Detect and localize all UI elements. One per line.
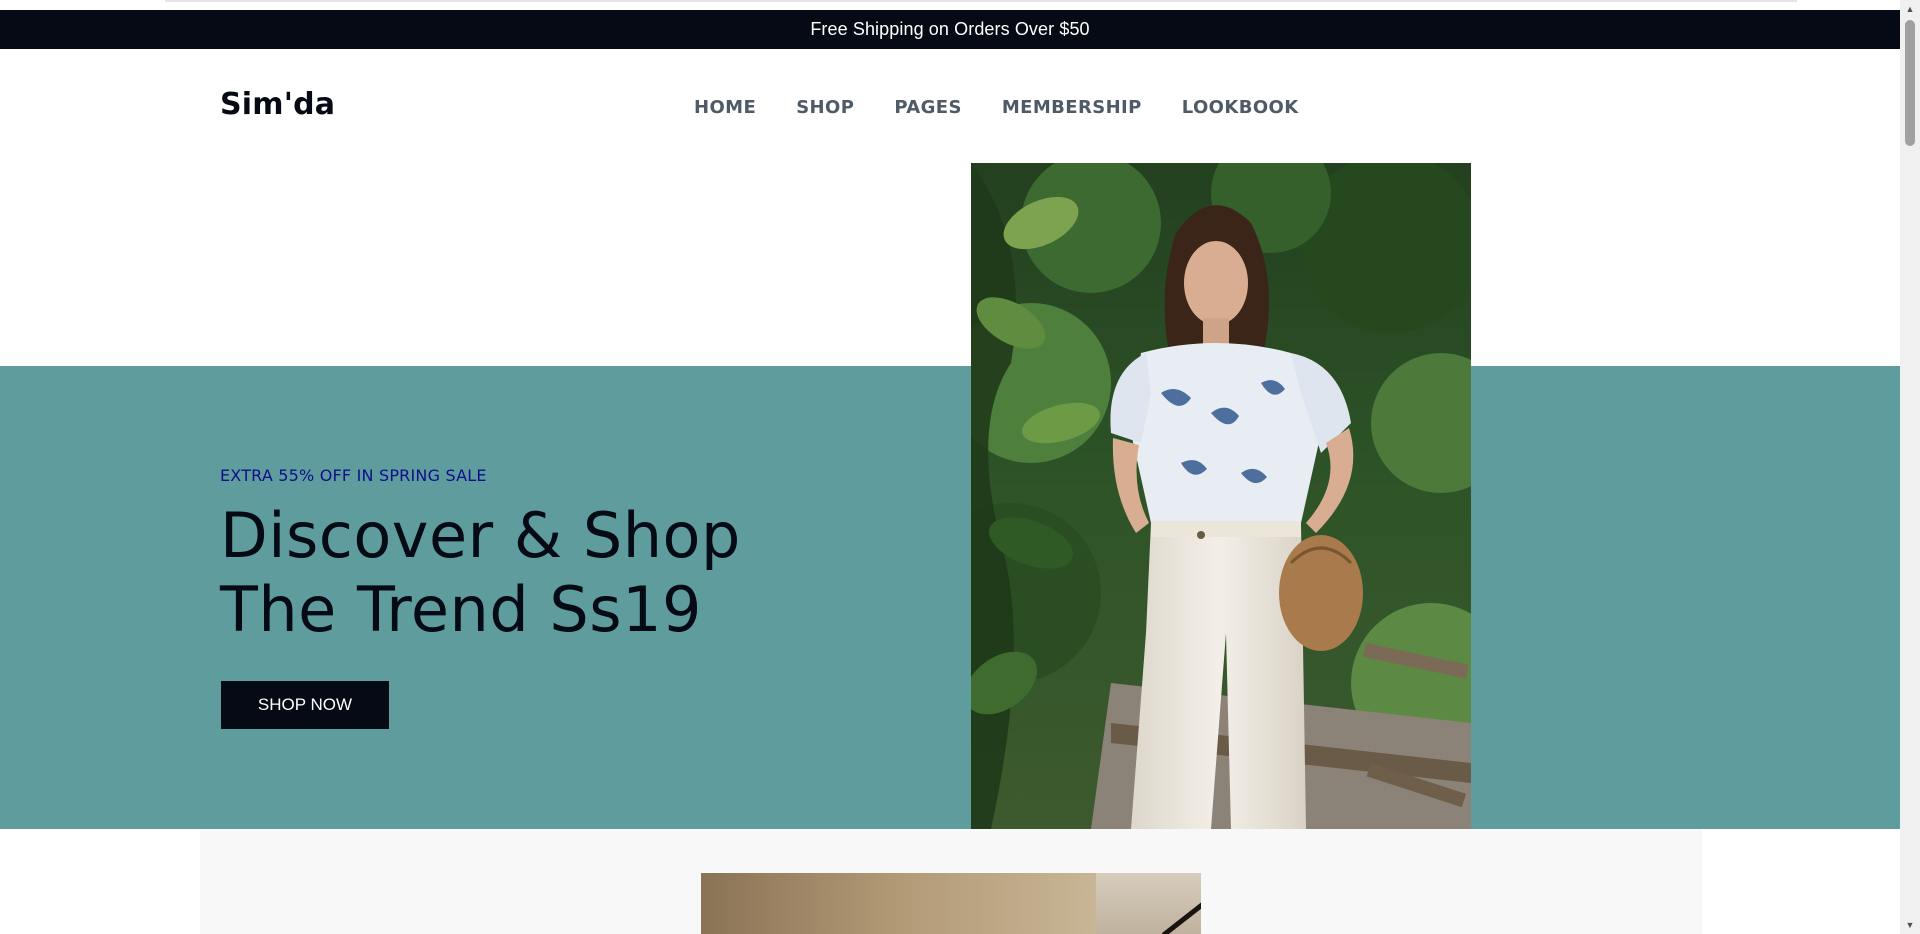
hero-headline-line2: The Trend Ss19 [220,573,702,646]
nav-home[interactable]: HOME [694,97,756,118]
top-divider [165,0,1797,2]
nav-pages[interactable]: PAGES [894,97,962,118]
hero-headline-line1: Discover & Shop [220,499,741,572]
triangle-up-icon[interactable]: ▲ [1900,0,1920,18]
nav-shop[interactable]: SHOP [796,97,854,118]
nav-lookbook[interactable]: LOOKBOOK [1182,97,1299,118]
hero-headline: Discover & Shop The Trend Ss19 [220,499,920,647]
featured-image-panel [1096,873,1201,934]
hero-photo-illustration [971,163,1471,829]
featured-image [701,873,1201,934]
hero-text: EXTRA 55% OFF IN SPRING SALE Discover & … [220,466,920,647]
site-logo[interactable]: Sim'da [220,87,335,122]
main-nav: HOME SHOP PAGES MEMBERSHIP LOOKBOOK [694,97,1299,118]
page-scrollbar[interactable]: ▲ ▼ [1900,0,1920,934]
scroll-thumb[interactable] [1905,20,1915,146]
nav-membership[interactable]: MEMBERSHIP [1002,97,1142,118]
top-strip [0,0,1900,10]
triangle-down-icon[interactable]: ▼ [1900,916,1920,934]
hero-eyebrow: EXTRA 55% OFF IN SPRING SALE [220,466,487,485]
hero-image [971,163,1471,829]
announcement-bar: Free Shipping on Orders Over $50 [0,10,1900,49]
announcement-text: Free Shipping on Orders Over $50 [810,19,1090,39]
site-header: Sim'da HOME SHOP PAGES MEMBERSHIP LOOKBO… [0,49,1900,163]
shop-now-button[interactable]: SHOP NOW [221,681,389,729]
